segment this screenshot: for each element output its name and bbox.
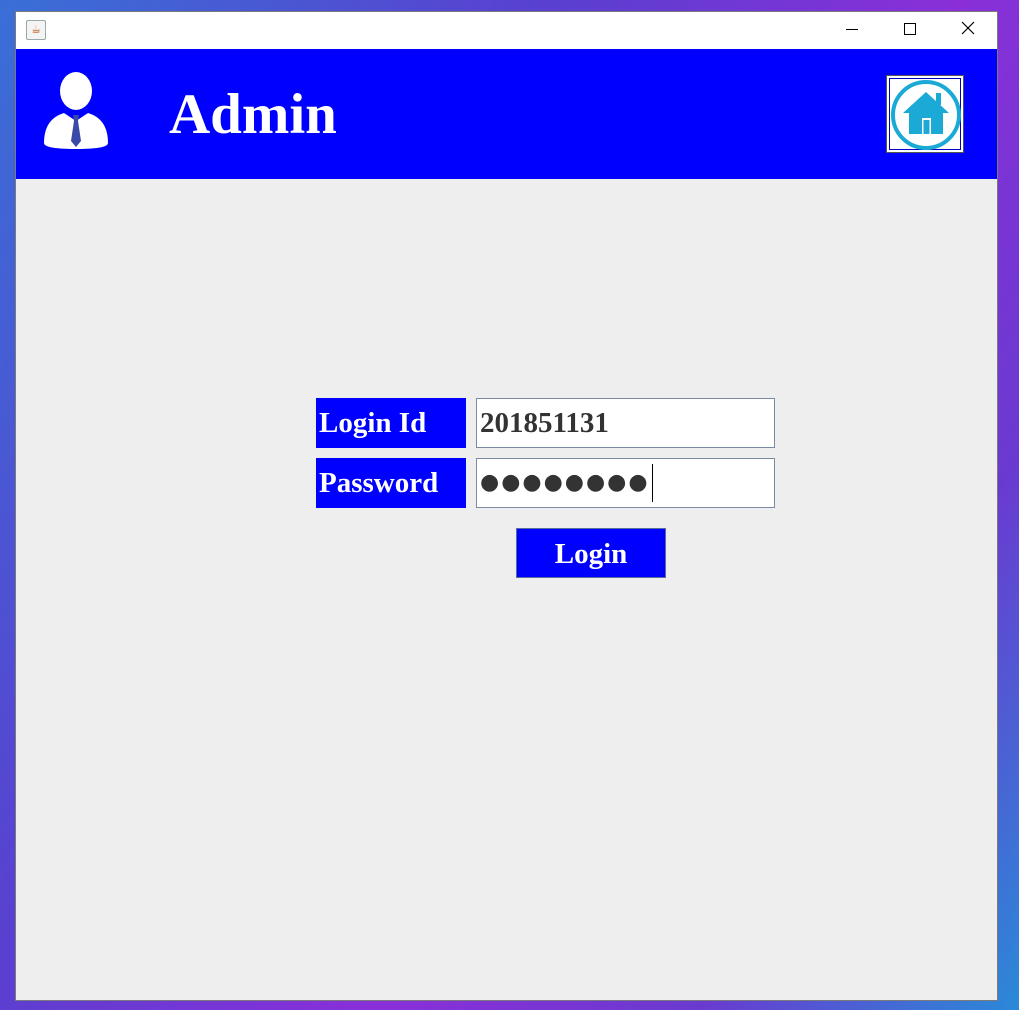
minimize-button[interactable]	[823, 12, 881, 48]
page-title: Admin	[169, 83, 337, 146]
login-id-label: Login Id	[316, 398, 466, 448]
text-caret	[651, 464, 653, 502]
maximize-icon	[904, 23, 916, 35]
app-window: ☕ Admin Login Id 201851131 Password ●●●●…	[15, 11, 998, 1001]
minimize-icon	[846, 29, 858, 30]
home-button[interactable]	[886, 75, 964, 153]
close-icon	[961, 21, 975, 35]
java-coffee-icon: ☕	[26, 20, 46, 40]
password-input[interactable]: ●●●●●●●●	[476, 458, 775, 508]
password-label: Password	[316, 458, 466, 508]
login-id-input[interactable]: 201851131	[476, 398, 775, 448]
maximize-button[interactable]	[881, 12, 939, 48]
password-dots: ●●●●●●●●	[480, 470, 650, 495]
header-banner: Admin	[16, 49, 997, 179]
home-icon	[891, 80, 961, 150]
user-tie-icon	[44, 72, 108, 149]
close-button[interactable]	[939, 12, 997, 48]
login-button[interactable]: Login	[516, 528, 666, 578]
title-bar[interactable]: ☕	[16, 12, 997, 49]
